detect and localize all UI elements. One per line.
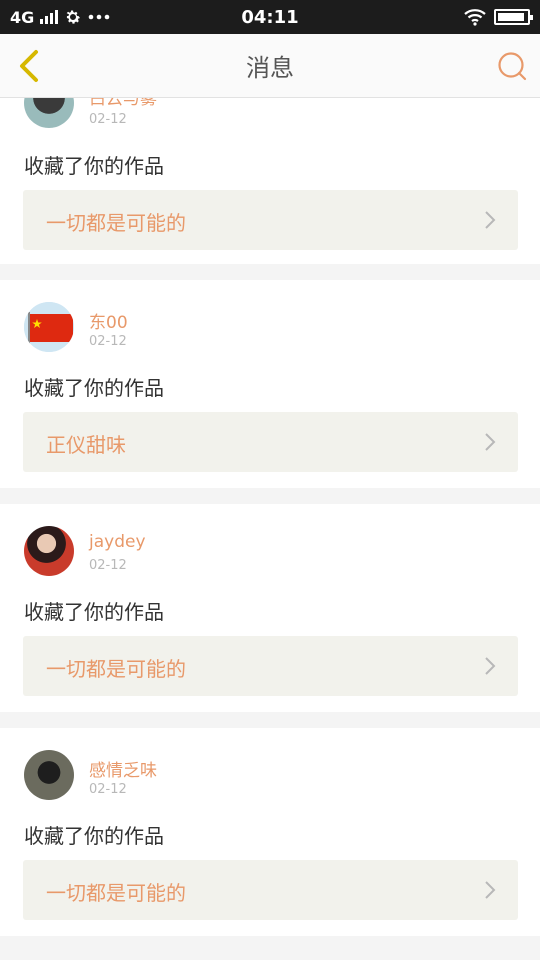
- app-header: 消息: [0, 34, 540, 98]
- avatar[interactable]: [24, 302, 74, 352]
- message-card: 感情乏味 02-12 收藏了你的作品 一切都是可能的: [0, 728, 540, 936]
- search-button[interactable]: [496, 50, 528, 82]
- username[interactable]: 感情乏味: [89, 756, 157, 781]
- username[interactable]: jaydey: [89, 532, 146, 552]
- battery-level: [498, 13, 524, 21]
- work-title: 一切都是可能的: [46, 657, 186, 681]
- message-action: 收藏了你的作品: [24, 824, 164, 848]
- status-bar: 4G 04:11: [0, 0, 540, 34]
- chevron-right-icon: [485, 657, 496, 675]
- message-card: 东00 02-12 收藏了你的作品 正仪甜味: [0, 280, 540, 488]
- more-dots-icon: [88, 14, 110, 20]
- battery-icon: [494, 9, 533, 25]
- chevron-right-icon: [485, 433, 496, 451]
- message-date: 02-12: [89, 112, 127, 127]
- work-link[interactable]: 一切都是可能的: [23, 190, 518, 250]
- page-title: 消息: [246, 54, 294, 82]
- chevron-right-icon: [485, 211, 496, 229]
- avatar[interactable]: [24, 526, 74, 576]
- status-right: [464, 8, 533, 26]
- message-action: 收藏了你的作品: [24, 376, 164, 400]
- work-title: 一切都是可能的: [46, 211, 186, 235]
- work-link[interactable]: 一切都是可能的: [23, 860, 518, 920]
- message-action: 收藏了你的作品: [24, 154, 164, 178]
- back-button[interactable]: [12, 48, 48, 84]
- work-title: 一切都是可能的: [46, 881, 186, 905]
- work-link[interactable]: 正仪甜味: [23, 412, 518, 472]
- work-title: 正仪甜味: [46, 433, 126, 457]
- message-card: 白云与雾 02-12 收藏了你的作品 一切都是可能的: [0, 98, 540, 264]
- chevron-left-icon: [20, 50, 38, 82]
- username[interactable]: 白云与雾: [89, 98, 157, 109]
- message-date: 02-12: [89, 334, 127, 349]
- search-icon: [498, 52, 527, 81]
- gear-icon: [66, 10, 81, 24]
- message-date: 02-12: [89, 782, 127, 797]
- avatar[interactable]: [24, 98, 74, 128]
- avatar[interactable]: [24, 750, 74, 800]
- username[interactable]: 东00: [89, 308, 128, 333]
- signal-icon: [40, 10, 59, 24]
- message-action: 收藏了你的作品: [24, 600, 164, 624]
- wifi-icon: [464, 9, 486, 26]
- message-date: 02-12: [89, 558, 127, 573]
- work-link[interactable]: 一切都是可能的: [23, 636, 518, 696]
- status-left: 4G: [10, 8, 110, 27]
- network-label: 4G: [10, 7, 35, 27]
- message-card: jaydey 02-12 收藏了你的作品 一切都是可能的: [0, 504, 540, 712]
- message-list[interactable]: 白云与雾 02-12 收藏了你的作品 一切都是可能的 东00 02-12 收藏了…: [0, 98, 540, 960]
- flag-avatar-image: [24, 302, 74, 352]
- chevron-right-icon: [485, 881, 496, 899]
